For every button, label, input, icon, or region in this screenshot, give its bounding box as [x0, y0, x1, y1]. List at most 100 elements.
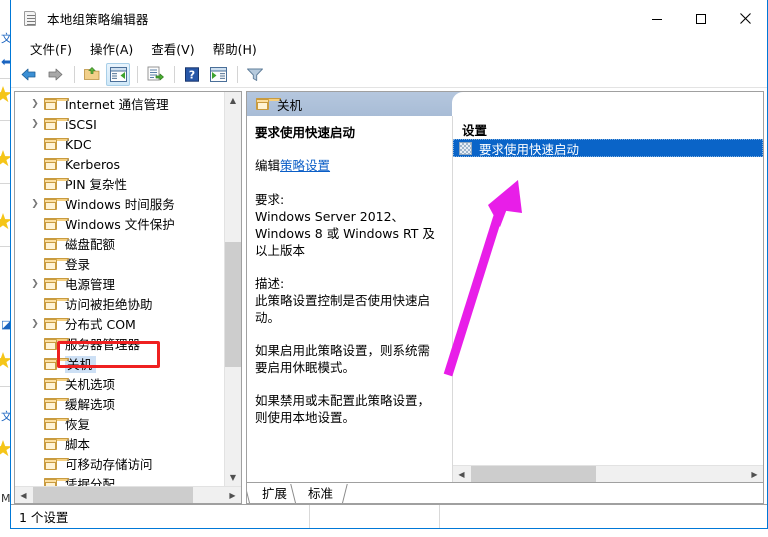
export-list-button[interactable] — [143, 63, 167, 86]
folder-icon — [255, 97, 281, 111]
folder-icon — [43, 357, 69, 371]
settings-horizontal-scrollbar[interactable]: ◀ ▶ — [453, 465, 763, 482]
toolbar-separator — [137, 65, 138, 83]
toolbar-separator — [74, 65, 75, 83]
description-label: 描述: — [255, 276, 285, 291]
policy-scroll-icon — [22, 10, 39, 27]
edit-policy-setting-link[interactable]: 策略设置 — [280, 158, 330, 173]
description-paragraph-2: 如果启用此策略设置，则系统需要启用休眠模式。 — [255, 343, 431, 375]
folder-icon — [43, 437, 69, 451]
tree-item-removable-storage-access[interactable]: 可移动存储访问 — [15, 454, 224, 474]
scrollbar-thumb[interactable] — [471, 466, 596, 482]
console-tree-button[interactable] — [106, 62, 130, 86]
status-bar: 1 个设置 — [11, 504, 767, 528]
tree-item-windows-time-service[interactable]: ❯ Windows 时间服务 — [15, 194, 224, 214]
chevron-right-icon[interactable]: ❯ — [27, 279, 43, 289]
tree-item-kerberos[interactable]: Kerberos — [15, 154, 224, 174]
tree-item-power-management[interactable]: ❯ 电源管理 — [15, 274, 224, 294]
tree-item-disk-quota[interactable]: 磁盘配额 — [15, 234, 224, 254]
tree-vertical-scrollbar[interactable]: ▲ ▼ — [224, 92, 241, 486]
scroll-down-arrow-icon[interactable]: ▼ — [225, 469, 241, 486]
chevron-right-icon[interactable]: ❯ — [27, 199, 43, 209]
toolbar-separator — [174, 65, 175, 83]
scroll-right-arrow-icon[interactable]: ▶ — [224, 487, 241, 504]
maximize-button[interactable] — [679, 0, 723, 37]
close-button[interactable] — [723, 0, 767, 37]
tree-item-windows-file-protection[interactable]: Windows 文件保护 — [15, 214, 224, 234]
edit-policy-line: 编辑策略设置 — [255, 157, 441, 174]
tree-horizontal-scrollbar[interactable]: ◀ ▶ — [15, 486, 241, 503]
scroll-right-arrow-icon[interactable]: ▶ — [746, 466, 763, 482]
window-controls — [635, 0, 767, 37]
status-segment-3 — [439, 505, 767, 528]
policy-setting-icon — [459, 141, 472, 155]
policy-title: 要求使用快速启动 — [255, 125, 356, 140]
folder-icon — [43, 277, 69, 291]
tree-item-mitigation-options[interactable]: 缓解选项 — [15, 394, 224, 414]
scroll-left-arrow-icon[interactable]: ◀ — [453, 466, 470, 482]
tree-item-label: 可移动存储访问 — [65, 456, 153, 472]
folder-icon — [43, 297, 69, 311]
tree-item-logon[interactable]: 登录 — [15, 254, 224, 274]
tree-item-iscsi[interactable]: ❯ iSCSI — [15, 114, 224, 134]
status-segment-2 — [309, 505, 439, 528]
tab-extended[interactable]: 扩展 — [249, 484, 298, 503]
tree-item-shutdown-options[interactable]: 关机选项 — [15, 374, 224, 394]
detail-pane: 关机 要求使用快速启动 编辑策略设置 要求: Windows Server 20… — [246, 91, 764, 504]
tree-item-label: 电源管理 — [65, 276, 116, 292]
tree-item-label: 凭据分配 — [65, 476, 116, 487]
description-paragraph-3: 如果禁用或未配置此策略设置，则使用本地设置。 — [255, 393, 431, 425]
title-bar: 本地组策略编辑器 — [11, 0, 767, 37]
minimize-button[interactable] — [635, 0, 679, 37]
chevron-right-icon[interactable]: ❯ — [27, 119, 43, 129]
chevron-right-icon[interactable]: ❯ — [27, 319, 43, 329]
scroll-up-arrow-icon[interactable]: ▲ — [225, 92, 241, 109]
requirement-block: 要求: Windows Server 2012、Windows 8 或 Wind… — [255, 191, 441, 259]
menu-help[interactable]: 帮助(H) — [204, 37, 266, 61]
tree-item-pin-complexity[interactable]: PIN 复杂性 — [15, 174, 224, 194]
tree-item-credentials-delegation[interactable]: 凭据分配 — [15, 474, 224, 486]
help-button[interactable]: ? — [180, 63, 204, 86]
tree-item-label: PIN 复杂性 — [65, 176, 128, 192]
main-body: ❯ Internet 通信管理 ❯ iSCSI KDC Kerberos PIN… — [11, 88, 767, 504]
tree-item-label: Windows 时间服务 — [65, 196, 175, 212]
chevron-right-icon[interactable]: ❯ — [27, 99, 43, 109]
scroll-left-arrow-icon[interactable]: ◀ — [15, 487, 32, 504]
folder-icon — [43, 337, 69, 351]
toolbar-separator — [237, 65, 238, 83]
filter-button[interactable] — [243, 63, 267, 86]
tree-item-label: Internet 通信管理 — [65, 96, 169, 112]
folder-icon — [43, 397, 69, 411]
folder-icon — [43, 117, 69, 131]
back-button[interactable] — [17, 63, 41, 86]
settings-list-column: 设置 要求使用快速启动 ◀ ▶ — [452, 116, 763, 482]
scrollbar-thumb[interactable] — [225, 242, 241, 367]
tree-item-label: 磁盘配额 — [65, 236, 116, 252]
action-pane-button[interactable] — [206, 63, 230, 86]
detail-body: 要求使用快速启动 编辑策略设置 要求: Windows Server 2012、… — [247, 116, 763, 482]
tree-item-shutdown[interactable]: 关机 — [15, 354, 224, 374]
folder-up-button[interactable] — [80, 63, 104, 86]
tab-standard[interactable]: 标准 — [295, 484, 344, 503]
setting-label: 要求使用快速启动 — [479, 141, 580, 157]
folder-icon — [43, 257, 69, 271]
tree-item-scripts[interactable]: 脚本 — [15, 434, 224, 454]
tree-item-server-manager[interactable]: 服务器管理器 — [15, 334, 224, 354]
tree-item-access-denied-assistance[interactable]: 访问被拒绝协助 — [15, 294, 224, 314]
tree-item-kdc[interactable]: KDC — [15, 134, 224, 154]
menu-file[interactable]: 文件(F) — [21, 37, 81, 61]
tree-item-distributed-com[interactable]: ❯ 分布式 COM — [15, 314, 224, 334]
setting-row-require-fast-startup[interactable]: 要求使用快速启动 — [453, 139, 763, 157]
header-cutout — [452, 92, 763, 116]
menu-action[interactable]: 操作(A) — [81, 37, 142, 61]
detail-header-title: 关机 — [277, 97, 303, 113]
tree-item-recovery[interactable]: 恢复 — [15, 414, 224, 434]
menu-view[interactable]: 查看(V) — [142, 37, 203, 61]
folder-icon — [43, 237, 69, 251]
tree-item-internet-communication[interactable]: ❯ Internet 通信管理 — [15, 94, 224, 114]
scrollbar-thumb[interactable] — [33, 487, 193, 503]
folder-icon — [43, 377, 69, 391]
policy-description-column: 要求使用快速启动 编辑策略设置 要求: Windows Server 2012、… — [247, 116, 452, 482]
forward-button[interactable] — [43, 63, 67, 86]
description-paragraph-2-block: 如果启用此策略设置，则系统需要启用休眠模式。 — [255, 342, 441, 376]
